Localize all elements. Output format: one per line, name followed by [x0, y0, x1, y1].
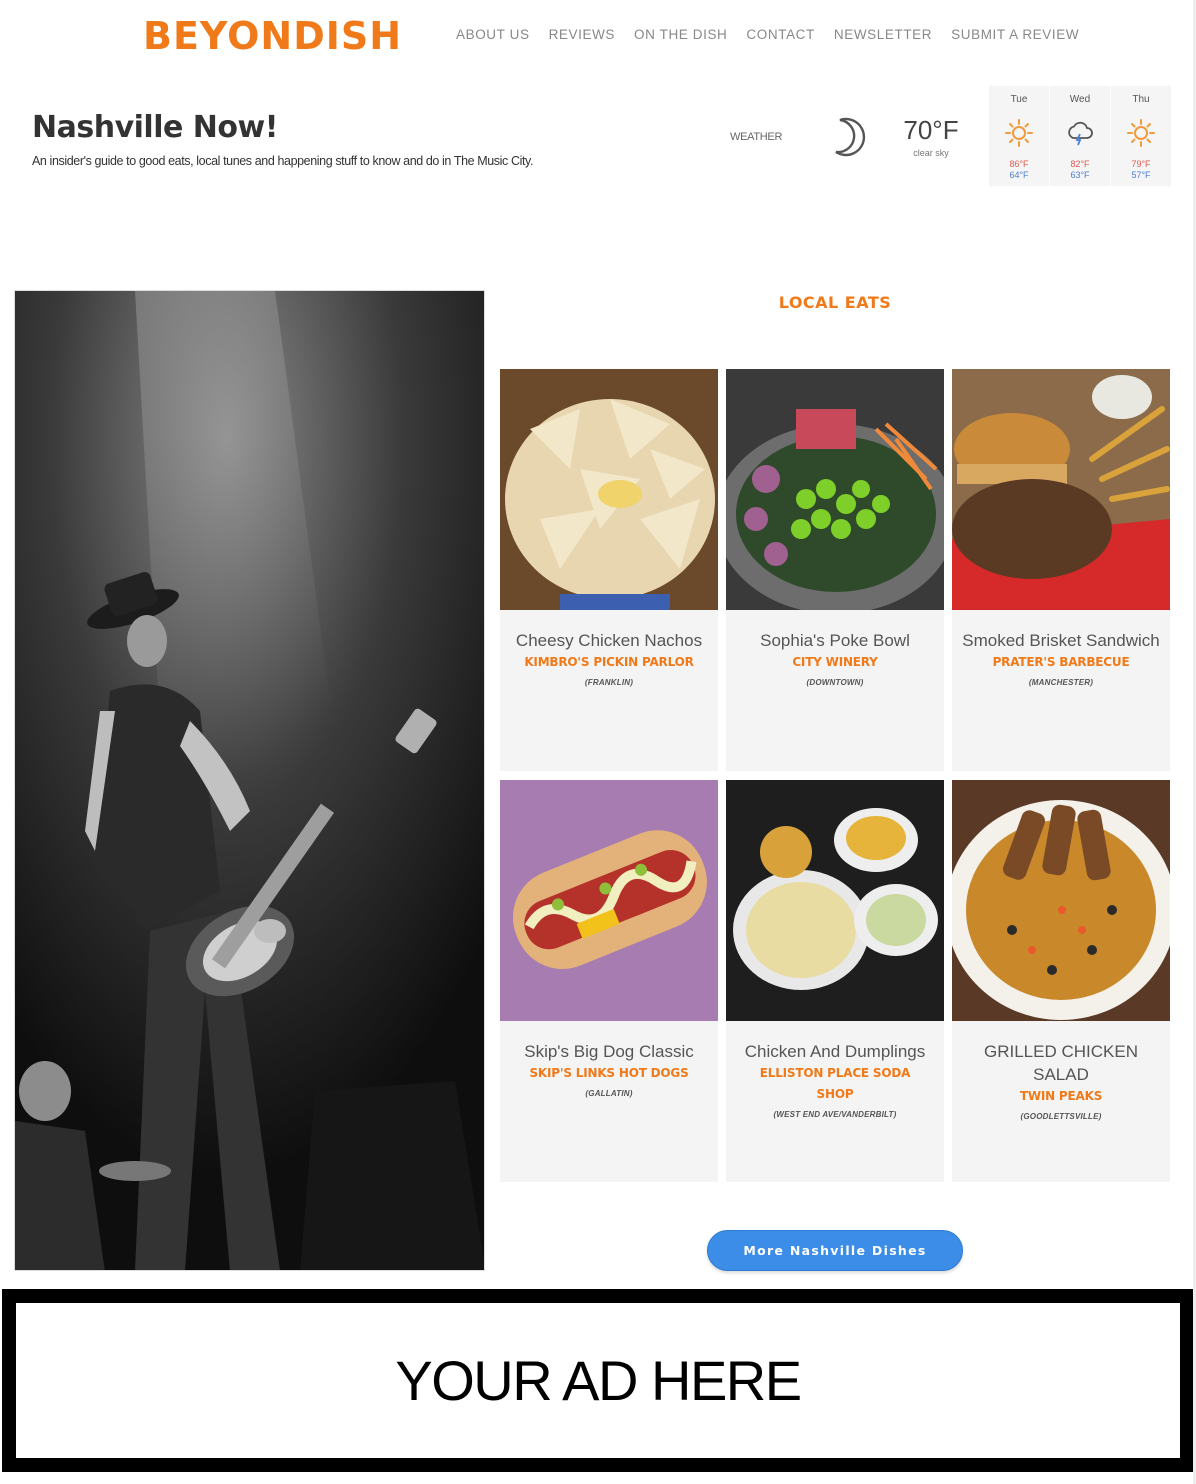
restaurant-name[interactable]: CITY WINERY: [726, 652, 944, 673]
dish-photo[interactable]: [952, 369, 1170, 610]
nav-submit-review[interactable]: SUBMIT A REVIEW: [951, 26, 1079, 44]
forecast-low: 63°F: [1070, 170, 1090, 180]
forecast-high: 86°F: [1009, 159, 1029, 169]
dish-location: (FRANKLIN): [584, 678, 634, 687]
rain-cloud-icon: [1068, 121, 1093, 146]
nav-contact[interactable]: CONTACT: [746, 26, 814, 44]
nav-on-the-dish[interactable]: ON THE DISH: [634, 26, 727, 44]
dish-location: (DOWNTOWN): [806, 678, 864, 687]
forecast-high: 79°F: [1131, 159, 1151, 169]
forecast-day: Thu 79°F 57°F: [1111, 86, 1171, 186]
dish-location: (MANCHESTER): [1028, 678, 1094, 687]
forecast-low: 57°F: [1131, 170, 1151, 180]
dish-name[interactable]: Smoked Brisket Sandwich: [952, 629, 1170, 652]
ad-text: YOUR AD HERE: [395, 1349, 802, 1412]
dish-photo[interactable]: [500, 780, 718, 1021]
restaurant-name[interactable]: KIMBRO'S PICKIN PARLOR: [500, 652, 718, 673]
page-title: Nashville Now!: [32, 110, 278, 145]
restaurant-name[interactable]: ELLISTON PLACE SODA SHOP: [726, 1063, 944, 1105]
forecast-day: Tue 86°F 64°F: [989, 86, 1049, 186]
sun-icon: [1005, 119, 1033, 147]
page-subtitle: An insider's guide to good eats, local t…: [32, 154, 534, 168]
restaurant-name[interactable]: TWIN PEAKS: [952, 1086, 1170, 1107]
dish-name[interactable]: Cheesy Chicken Nachos: [500, 629, 718, 652]
dish-photo[interactable]: [500, 369, 718, 610]
dish-name[interactable]: Chicken And Dumplings: [726, 1040, 944, 1063]
dish-location: (GOODLETTSVILLE): [1020, 1112, 1102, 1121]
forecast-day: Wed 82°F 63°F: [1050, 86, 1110, 186]
nav-about-us[interactable]: ABOUT US: [456, 26, 530, 44]
sun-icon: [1127, 119, 1155, 147]
dish-card[interactable]: Smoked Brisket Sandwich PRATER'S BARBECU…: [952, 369, 1170, 771]
forecast-high: 82°F: [1070, 159, 1090, 169]
main-nav: ABOUT US REVIEWS ON THE DISH CONTACT NEW…: [456, 26, 1098, 44]
ad-banner[interactable]: YOUR AD HERE: [2, 1289, 1194, 1472]
forecast-day-name: Wed: [1069, 94, 1091, 105]
weather-desc: clear sky: [913, 148, 949, 158]
dish-card[interactable]: Chicken And Dumplings ELLISTON PLACE SOD…: [726, 780, 944, 1182]
dish-name[interactable]: Sophia's Poke Bowl: [726, 629, 944, 652]
restaurant-name[interactable]: PRATER'S BARBECUE: [952, 652, 1170, 673]
forecast-low: 64°F: [1009, 170, 1029, 180]
restaurant-name[interactable]: SKIP'S LINKS HOT DOGS: [500, 1063, 718, 1084]
dish-card[interactable]: Cheesy Chicken Nachos KIMBRO'S PICKIN PA…: [500, 369, 718, 771]
dish-name[interactable]: GRILLED CHICKEN SALAD: [952, 1040, 1170, 1086]
dish-location: (WEST END AVE/VANDERBILT): [773, 1110, 897, 1119]
dish-photo[interactable]: [726, 369, 944, 610]
dish-photo[interactable]: [952, 780, 1170, 1021]
more-dishes-button[interactable]: More Nashville Dishes: [707, 1230, 963, 1271]
dish-name[interactable]: Skip's Big Dog Classic: [500, 1040, 718, 1063]
weather-temp: 70°F: [903, 115, 959, 145]
local-eats-title: LOCAL EATS: [778, 293, 892, 312]
dish-card[interactable]: Sophia's Poke Bowl CITY WINERY (DOWNTOWN…: [726, 369, 944, 771]
nav-reviews[interactable]: REVIEWS: [549, 26, 615, 44]
forecast-day-name: Thu: [1132, 94, 1150, 105]
weather-label: WEATHER: [730, 131, 783, 143]
site-logo[interactable]: BEYONDISH: [143, 14, 402, 58]
dish-photo[interactable]: [726, 780, 944, 1021]
moon-icon: [835, 117, 866, 157]
dish-location: (GALLATIN): [585, 1089, 633, 1098]
hero-guitarist-photo: [14, 290, 485, 1271]
forecast-day-name: Tue: [1010, 94, 1028, 105]
dish-card[interactable]: Skip's Big Dog Classic SKIP'S LINKS HOT …: [500, 780, 718, 1182]
nav-newsletter[interactable]: NEWSLETTER: [834, 26, 932, 44]
dish-card[interactable]: GRILLED CHICKEN SALAD TWIN PEAKS (GOODLE…: [952, 780, 1170, 1182]
